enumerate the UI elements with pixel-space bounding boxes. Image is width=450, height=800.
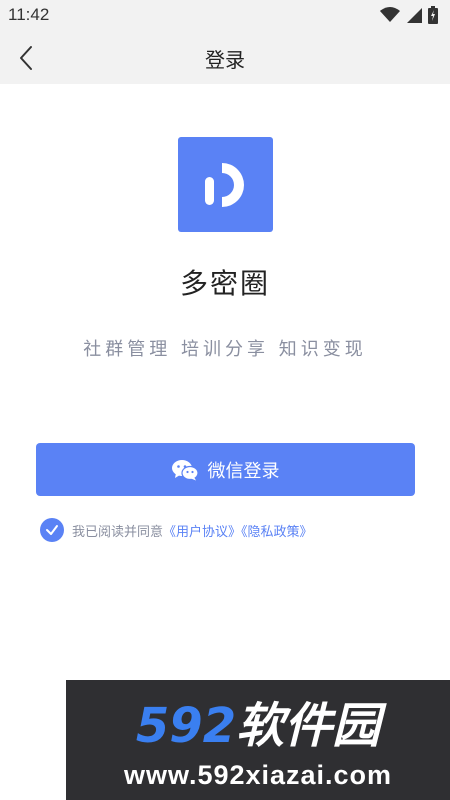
page-title: 登录	[205, 48, 245, 72]
app-name: 多密圈	[179, 267, 270, 300]
battery-icon	[428, 6, 438, 24]
wechat-icon	[171, 459, 198, 480]
watermark-logo: 592软件园	[136, 698, 387, 752]
app-logo	[178, 137, 273, 232]
agree-checkbox[interactable]	[40, 518, 64, 542]
watermark-banner: 592软件园 www.592xiazai.com	[66, 680, 450, 800]
user-agreement-link[interactable]: 《用户协议》	[163, 525, 241, 540]
agreement-text: 我已阅读并同意《用户协议》《隐私政策》	[72, 521, 313, 540]
wifi-icon	[380, 7, 400, 22]
nav-bar: 登录	[0, 32, 450, 84]
check-icon	[46, 525, 58, 535]
wechat-login-button[interactable]: 微信登录	[36, 443, 415, 496]
watermark-url: www.592xiazai.com	[123, 760, 393, 790]
agreement-row: 我已阅读并同意《用户协议》《隐私政策》	[40, 518, 313, 542]
wechat-login-label: 微信登录	[207, 460, 280, 482]
privacy-policy-link[interactable]: 《隐私政策》	[241, 525, 313, 540]
signal-icon	[407, 8, 422, 23]
app-slogan: 社群管理 培训分享 知识变现	[83, 339, 367, 360]
svg-text:592软件园: 592软件园	[136, 698, 387, 752]
status-bar: 11:42	[0, 0, 450, 32]
status-time: 11:42	[8, 5, 50, 24]
status-icons	[380, 6, 438, 24]
agreement-prefix: 我已阅读并同意	[72, 524, 164, 540]
logo-d-icon	[205, 163, 244, 207]
